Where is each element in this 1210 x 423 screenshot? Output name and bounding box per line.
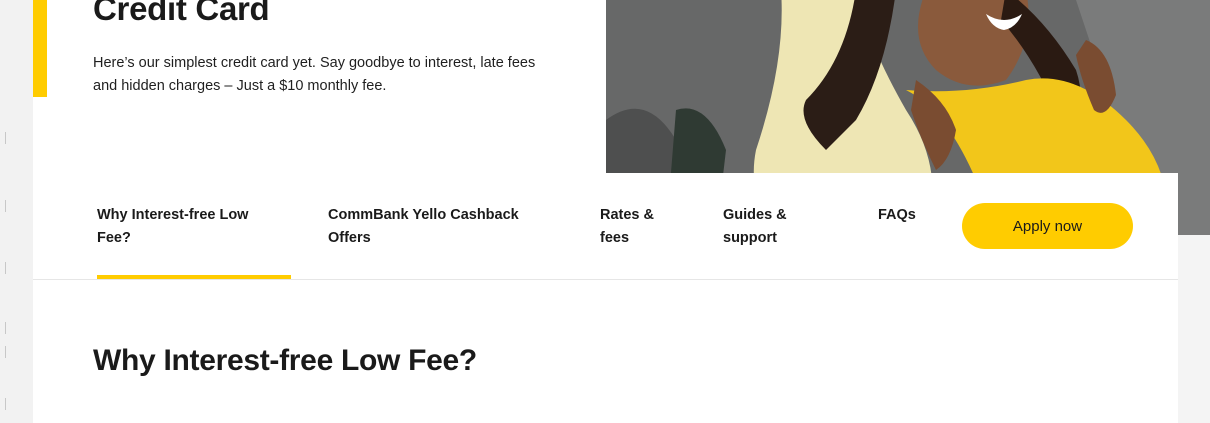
section-nav: Why Interest-free Low Fee? CommBank Yell… (33, 173, 1178, 280)
nav-tab-faqs[interactable]: FAQs (878, 204, 938, 227)
gutter-mark (5, 322, 6, 334)
gutter-mark (5, 346, 6, 358)
hero-accent-bar (33, 0, 47, 97)
hero-card: Credit Card Here’s our simplest credit c… (33, 0, 606, 173)
gutter-mark (5, 200, 6, 212)
gutter-mark (5, 398, 6, 410)
nav-tab-why-interest-free[interactable]: Why Interest-free Low Fee? (97, 204, 265, 250)
gutter-mark (5, 132, 6, 144)
left-gutter (0, 0, 33, 423)
section-title: Why Interest-free Low Fee? (93, 344, 477, 377)
apply-now-button[interactable]: Apply now (962, 203, 1133, 249)
hero-description: Here’s our simplest credit card yet. Say… (93, 55, 536, 94)
hero-title: Credit Card (93, 0, 270, 27)
gutter-mark (5, 262, 6, 274)
nav-tab-rates-fees[interactable]: Rates & fees (600, 204, 660, 250)
content-panel: Why Interest-free Low Fee? (33, 280, 1178, 423)
nav-tab-guides-support[interactable]: Guides & support (723, 204, 793, 250)
active-tab-indicator (97, 275, 291, 279)
nav-tab-cashback-offers[interactable]: CommBank Yello Cashback Offers (328, 204, 528, 250)
